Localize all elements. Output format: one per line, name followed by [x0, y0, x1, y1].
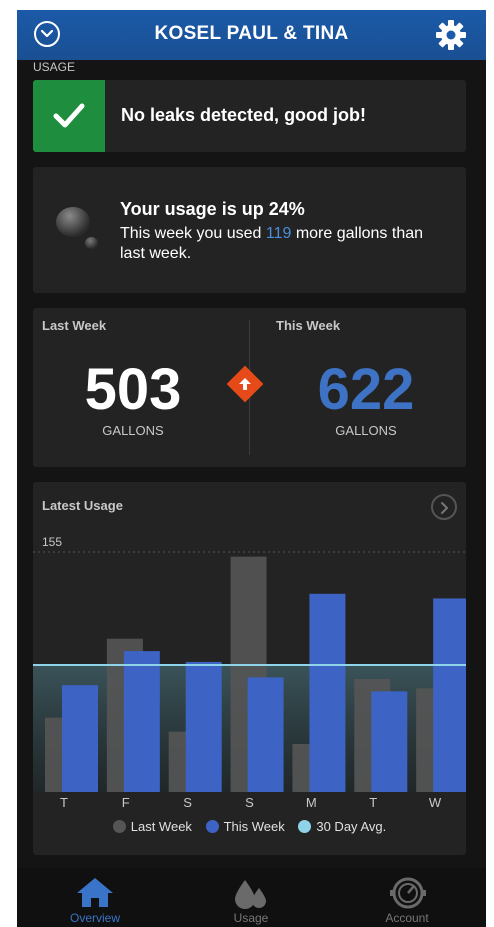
- bottom-tab-bar: Overview Usage Account: [17, 868, 486, 927]
- usage-trend-title: Your usage is up 24%: [120, 199, 305, 219]
- this-week-label: This Week: [276, 318, 341, 333]
- x-tick-label: T: [60, 795, 68, 810]
- legend-this-week: This Week: [205, 819, 285, 834]
- bar-this-week: [247, 677, 284, 792]
- leak-status-card: No leaks detected, good job!: [33, 80, 466, 152]
- tab-account[interactable]: Account: [329, 868, 485, 927]
- checkmark-icon: [33, 80, 105, 152]
- y-max-tick-label: 155: [42, 535, 62, 549]
- bar-this-week: [62, 685, 98, 792]
- last-week-label: Last Week: [42, 318, 107, 333]
- x-tick-label: F: [122, 795, 130, 810]
- legend-swatch: [298, 820, 312, 833]
- top-bar: KOSEL PAUL & TINA: [17, 10, 486, 60]
- water-drop-icon: [56, 207, 90, 237]
- section-label: USAGE: [33, 60, 76, 74]
- latest-usage-card: Latest Usage 155 T F S S M T W Last Week This W…: [33, 482, 466, 855]
- account-name-title: KOSEL PAUL & TINA: [154, 23, 349, 44]
- x-tick-label: S: [245, 795, 254, 810]
- tab-usage[interactable]: Usage: [173, 868, 329, 927]
- up-arrow-icon: [239, 378, 251, 390]
- leak-status-message: No leaks detected, good job!: [121, 105, 367, 125]
- tab-overview[interactable]: Overview: [17, 868, 173, 927]
- legend-swatch: [112, 820, 126, 833]
- bar-this-week: [309, 593, 346, 792]
- app-screen: KOSEL PAUL & TINA USAGE No leaks detecte…: [17, 10, 486, 927]
- last-week-gallons: 503: [84, 357, 182, 422]
- this-week-unit: GALLONS: [335, 423, 397, 438]
- last-week-unit: GALLONS: [102, 423, 164, 438]
- meter-icon: [390, 877, 426, 909]
- weekly-comparison-card: Last Week 503 GALLONS This Week 622 GALL…: [33, 308, 466, 467]
- usage-trend-card: Your usage is up 24% This week you used …: [33, 167, 466, 293]
- bar-this-week: [371, 691, 408, 792]
- x-tick-label: T: [369, 795, 377, 810]
- extra-gallons-value: 119: [265, 225, 292, 242]
- bar-this-week: [123, 651, 160, 792]
- settings-gear-icon[interactable]: [435, 19, 467, 56]
- legend-swatch: [205, 820, 219, 833]
- usage-bar-chart: 155 T F S S M T W: [33, 535, 466, 810]
- legend-last-week: Last Week: [112, 819, 192, 834]
- legend-30-day-avg: 30 Day Avg.: [298, 819, 386, 834]
- x-tick-label: W: [429, 795, 442, 810]
- usage-trend-text: This week you used 119 more gallons than…: [120, 225, 424, 262]
- water-drop-small-icon: [85, 237, 98, 249]
- x-tick-label: M: [306, 795, 317, 810]
- home-icon: [77, 878, 113, 907]
- chart-legend: Last Week This Week 30 Day Avg.: [33, 819, 466, 834]
- bar-this-week: [433, 598, 466, 792]
- water-drops-icon: [235, 880, 266, 909]
- bar-this-week: [185, 661, 222, 792]
- this-week-gallons: 622: [317, 357, 415, 422]
- x-tick-label: S: [183, 795, 192, 810]
